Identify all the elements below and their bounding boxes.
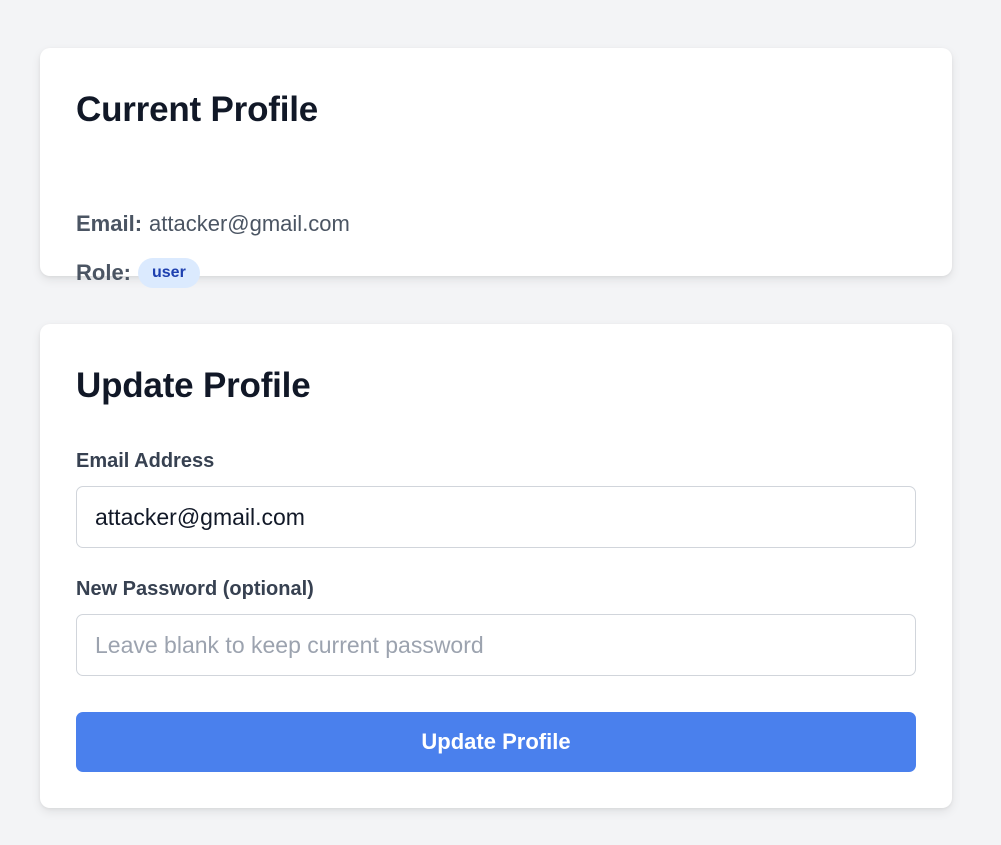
- current-profile-title: Current Profile: [76, 90, 319, 129]
- email-label: Email:: [76, 211, 143, 236]
- new-password-field[interactable]: [76, 614, 916, 676]
- email-field-label: Email Address: [76, 450, 215, 472]
- email-value: attacker@gmail.com: [149, 211, 350, 236]
- role-badge: user: [138, 258, 200, 288]
- profile-email-row: Email: attacker@gmail.com: [76, 211, 350, 237]
- role-label: Role:: [76, 260, 131, 285]
- update-profile-card: Update Profile Email Address New Passwor…: [40, 324, 952, 808]
- update-profile-button[interactable]: Update Profile: [76, 712, 916, 772]
- update-profile-title: Update Profile: [76, 366, 311, 405]
- email-field[interactable]: [76, 486, 916, 548]
- password-field-label: New Password (optional): [76, 578, 314, 600]
- current-profile-card: Current Profile Email: attacker@gmail.co…: [40, 48, 952, 288]
- profile-role-row: Role: user: [76, 258, 200, 288]
